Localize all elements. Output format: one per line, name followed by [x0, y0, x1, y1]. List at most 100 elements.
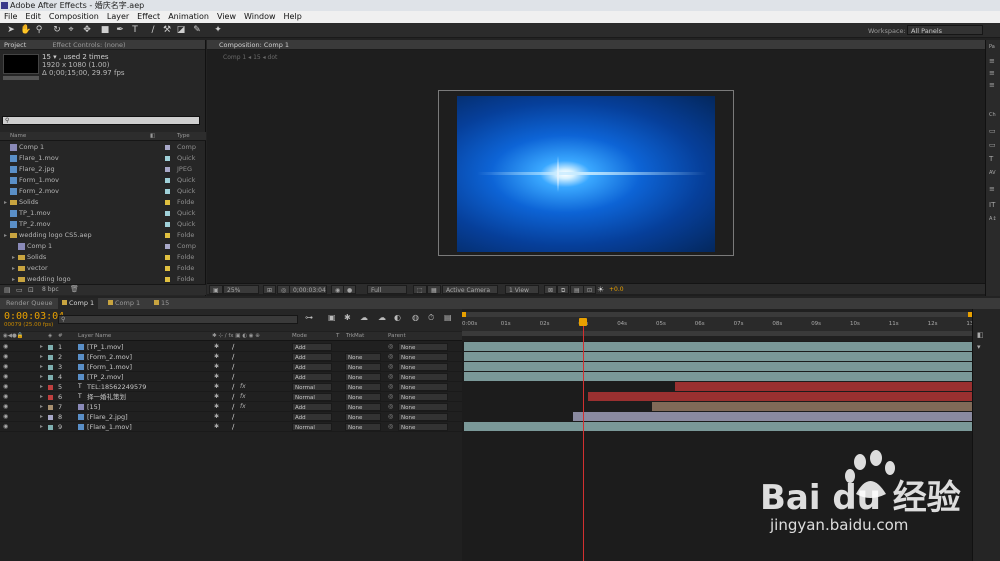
- project-item[interactable]: Flare_1.mov Quick: [0, 153, 206, 164]
- layer-label-swatch[interactable]: [48, 395, 53, 400]
- new-folder-icon[interactable]: ▭: [16, 286, 23, 294]
- pick-whip-icon[interactable]: ◎: [388, 402, 393, 412]
- pick-whip-icon[interactable]: ◎: [388, 342, 393, 352]
- menu-composition[interactable]: Composition: [45, 11, 103, 23]
- graph-editor-icon[interactable]: ▤: [444, 313, 452, 322]
- parent-select[interactable]: None: [398, 383, 448, 391]
- visibility-eye-icon[interactable]: ◉: [3, 382, 8, 392]
- expand-triangle-icon[interactable]: ▸: [40, 342, 43, 352]
- timeline-icon[interactable]: ▤: [570, 285, 584, 294]
- layer-row[interactable]: ◉ ▸ 1 [TP_1.mov] ✱ ∕ Add ◎ None: [0, 342, 462, 352]
- brainstorm-icon[interactable]: ◍: [412, 313, 419, 322]
- menu-view[interactable]: View: [213, 11, 240, 23]
- hand-tool-icon[interactable]: ✋: [20, 25, 31, 35]
- expand-triangle-icon[interactable]: ▸: [40, 412, 43, 422]
- project-item[interactable]: TP_1.mov Quick: [0, 208, 206, 219]
- shy-switch-icon[interactable]: ✱: [214, 412, 219, 422]
- expand-triangle-icon[interactable]: ▸: [12, 263, 15, 274]
- comp-breadcrumb[interactable]: Comp 1 ◂ 15 ◂ dot: [223, 54, 277, 61]
- visibility-eye-icon[interactable]: ◉: [3, 362, 8, 372]
- column-parent[interactable]: Parent: [388, 332, 406, 341]
- exposure-value[interactable]: +0.0: [609, 284, 624, 295]
- tab-15[interactable]: 15: [150, 298, 173, 309]
- label-swatch[interactable]: [165, 233, 170, 238]
- layer-duration-bar[interactable]: [588, 392, 972, 401]
- stroke-width-icon[interactable]: ≡: [989, 186, 998, 193]
- tab-comp-1[interactable]: Comp 1: [104, 298, 144, 309]
- expand-triangle-icon[interactable]: ▸: [4, 230, 7, 241]
- parent-select[interactable]: None: [398, 423, 448, 431]
- toggle-pixel-aspect-icon[interactable]: ⊠: [544, 285, 558, 294]
- comp-viewer[interactable]: [457, 96, 715, 252]
- project-item[interactable]: ▸ Solids Folde: [0, 252, 206, 263]
- blend-mode-select[interactable]: Add: [292, 403, 332, 411]
- blend-mode-select[interactable]: Normal: [292, 393, 332, 401]
- project-item[interactable]: ▸ vector Folde: [0, 263, 206, 274]
- layer-label-swatch[interactable]: [48, 385, 53, 390]
- track-matte-select[interactable]: None: [345, 373, 381, 381]
- parent-select[interactable]: None: [398, 413, 448, 421]
- expand-triangle-icon[interactable]: ▸: [40, 382, 43, 392]
- shy-switch-icon[interactable]: ✱: [214, 352, 219, 362]
- project-item[interactable]: Form_2.mov Quick: [0, 186, 206, 197]
- track-matte-select[interactable]: None: [345, 363, 381, 371]
- rotation-tool-icon[interactable]: ↻: [52, 25, 62, 35]
- quality-switch-icon[interactable]: ∕: [232, 422, 234, 432]
- menu-help[interactable]: Help: [280, 11, 306, 23]
- blend-mode-select[interactable]: Add: [292, 373, 332, 381]
- zoom-tool-icon[interactable]: ⚲: [34, 25, 44, 35]
- new-comp-icon[interactable]: ⊡: [28, 286, 34, 294]
- quality-switch-icon[interactable]: ∕: [232, 352, 234, 362]
- vertical-scale-icon[interactable]: IT: [989, 202, 998, 209]
- menu-window[interactable]: Window: [240, 11, 280, 23]
- project-item[interactable]: Comp 1 Comp: [0, 241, 206, 252]
- expand-triangle-icon[interactable]: ▸: [40, 422, 43, 432]
- shy-switch-icon[interactable]: ✱: [214, 362, 219, 372]
- visibility-eye-icon[interactable]: ◉: [3, 402, 8, 412]
- quality-switch-icon[interactable]: ∕: [232, 402, 234, 412]
- label-swatch[interactable]: [165, 266, 170, 271]
- track-matte-select[interactable]: None: [345, 423, 381, 431]
- visibility-eye-icon[interactable]: ◉: [3, 422, 8, 432]
- fast-previews-icon[interactable]: ⧉: [557, 285, 570, 294]
- shy-switch-icon[interactable]: ✱: [214, 392, 219, 402]
- label-swatch[interactable]: [165, 145, 170, 150]
- pan-behind-tool-icon[interactable]: ✥: [82, 25, 92, 35]
- track-matte-select[interactable]: None: [345, 393, 381, 401]
- project-item[interactable]: ▸ Solids Folde: [0, 197, 206, 208]
- project-item[interactable]: Flare_2.jpg JPEG: [0, 164, 206, 175]
- trash-icon[interactable]: 🗑: [70, 285, 79, 293]
- work-area-bar[interactable]: [462, 331, 972, 336]
- flowchart-icon[interactable]: ⊡: [583, 285, 597, 294]
- visibility-eye-icon[interactable]: ◉: [3, 392, 8, 402]
- visibility-eye-icon[interactable]: ◉: [3, 342, 8, 352]
- label-swatch[interactable]: [165, 200, 170, 205]
- pick-whip-icon[interactable]: ◎: [388, 352, 393, 362]
- hide-shy-layers-icon[interactable]: ☁: [360, 313, 368, 322]
- roto-brush-tool-icon[interactable]: ✎: [192, 25, 202, 35]
- frame-blending-icon[interactable]: ☁: [378, 313, 386, 322]
- current-time-display[interactable]: 0:00:03:04: [4, 311, 64, 322]
- layer-duration-bar[interactable]: [464, 362, 972, 371]
- font-box-icon[interactable]: ▭: [989, 128, 998, 135]
- expand-triangle-icon[interactable]: ▸: [4, 197, 7, 208]
- pick-whip-icon[interactable]: ◎: [388, 422, 393, 432]
- rectangle-tool-icon[interactable]: ■: [100, 25, 110, 35]
- layer-duration-bar[interactable]: [652, 402, 972, 411]
- timeline-search-input[interactable]: ⚲: [58, 315, 298, 324]
- menu-file[interactable]: File: [0, 11, 21, 23]
- column-type[interactable]: Type: [177, 132, 190, 141]
- layer-duration-bar[interactable]: [573, 412, 972, 421]
- layer-name[interactable]: [Flare_2.jpg]: [87, 412, 128, 422]
- layer-name[interactable]: [Form_1.mov]: [87, 362, 132, 372]
- pick-whip-icon[interactable]: ◎: [388, 382, 393, 392]
- blend-mode-select[interactable]: Add: [292, 363, 332, 371]
- project-item[interactable]: Comp 1 Comp: [0, 142, 206, 153]
- layer-row[interactable]: ◉ ▸ 5 T TEL:18562249579 ✱ ∕ fx Normal None ◎ None: [0, 382, 462, 392]
- quality-switch-icon[interactable]: ∕: [232, 382, 234, 392]
- label-swatch[interactable]: [165, 178, 170, 183]
- quality-switch-icon[interactable]: ∕: [232, 392, 234, 402]
- parent-select[interactable]: None: [398, 373, 448, 381]
- label-swatch[interactable]: [165, 156, 170, 161]
- draft-3d-icon[interactable]: ✱: [344, 313, 351, 322]
